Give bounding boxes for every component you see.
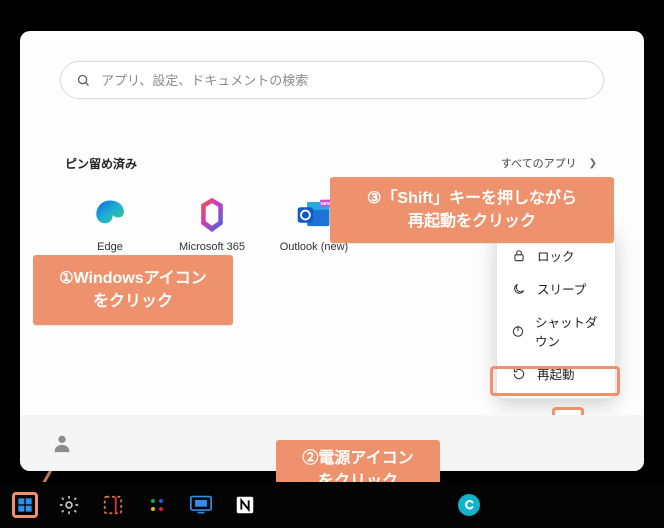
power-item-shutdown[interactable]: シャットダウン <box>497 305 615 357</box>
canva-icon <box>457 493 481 517</box>
pmi-label: 再起動 <box>537 364 575 383</box>
notion-icon <box>234 494 256 516</box>
callout-3: ③「Shift」キーを押しながら 再起動をクリック <box>330 177 614 243</box>
all-apps-button[interactable]: すべてのアプリ ❯ <box>493 151 605 175</box>
taskbar-snip[interactable] <box>100 492 126 518</box>
search-box[interactable] <box>60 61 604 99</box>
search-icon <box>75 72 91 88</box>
power-item-sleep[interactable]: スリープ <box>497 272 615 305</box>
start-button[interactable] <box>12 492 38 518</box>
power-item-lock[interactable]: ロック <box>497 239 615 272</box>
pmi-label: シャットダウン <box>535 312 601 350</box>
chevron-right-icon: ❯ <box>589 158 597 169</box>
power-menu: ロック スリープ シャットダウン 再起動 <box>496 230 616 399</box>
snip-icon <box>102 494 124 516</box>
pinned-title: ピン留め済み <box>65 155 137 172</box>
taskbar-app-2[interactable] <box>188 492 214 518</box>
pmi-label: スリープ <box>537 279 586 298</box>
power-item-restart[interactable]: 再起動 <box>497 357 615 390</box>
power-icon <box>511 323 525 339</box>
taskbar-canva[interactable] <box>456 492 482 518</box>
outlook-icon: NEW <box>296 197 332 233</box>
taskbar-settings[interactable] <box>56 492 82 518</box>
callout-1: ①Windowsアイコン をクリック <box>33 255 233 325</box>
edge-icon <box>92 197 128 233</box>
gear-icon <box>58 494 80 516</box>
search-input[interactable] <box>101 73 589 88</box>
lock-icon <box>511 248 527 264</box>
taskbar <box>0 482 664 528</box>
all-apps-label: すべてのアプリ <box>501 155 577 171</box>
moon-icon <box>511 281 527 297</box>
app-icon <box>149 497 165 513</box>
start-menu-panel: ピン留め済み すべてのアプリ ❯ Edge <box>20 31 644 471</box>
taskbar-app-1[interactable] <box>144 492 170 518</box>
monitor-icon <box>190 495 212 515</box>
app-label: Edge <box>97 241 123 254</box>
user-avatar[interactable] <box>50 431 74 455</box>
taskbar-notion[interactable] <box>232 492 258 518</box>
restart-icon <box>511 366 527 382</box>
windows-icon <box>17 494 33 516</box>
pmi-label: ロック <box>537 246 575 265</box>
m365-icon <box>194 197 230 233</box>
